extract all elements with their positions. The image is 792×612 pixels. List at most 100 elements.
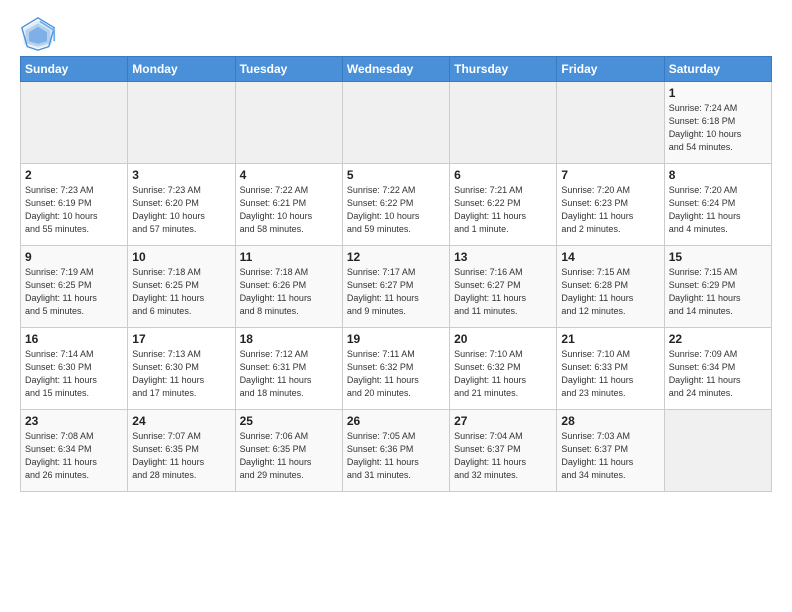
day-number: 21 [561, 332, 659, 346]
day-info: Sunrise: 7:13 AM Sunset: 6:30 PM Dayligh… [132, 348, 230, 400]
calendar-table: SundayMondayTuesdayWednesdayThursdayFrid… [20, 56, 772, 492]
day-info: Sunrise: 7:17 AM Sunset: 6:27 PM Dayligh… [347, 266, 445, 318]
calendar-cell: 25 Sunrise: 7:06 AM Sunset: 6:35 PM Dayli… [235, 410, 342, 492]
header-day-friday: Friday [557, 57, 664, 82]
day-number: 7 [561, 168, 659, 182]
calendar-body: 1 Sunrise: 7:24 AM Sunset: 6:18 PM Daylig… [21, 82, 772, 492]
calendar-cell: 8Sunrise: 7:20 AM Sunset: 6:24 PM Daylig… [664, 164, 771, 246]
day-number: 4 [240, 168, 338, 182]
day-number: 3 [132, 168, 230, 182]
day-number: 2 [25, 168, 123, 182]
calendar-cell [342, 82, 449, 164]
day-number: 13 [454, 250, 552, 264]
calendar-cell [450, 82, 557, 164]
week-row-5: 23 Sunrise: 7:08 AM Sunset: 6:34 PM Dayli… [21, 410, 772, 492]
header-day-saturday: Saturday [664, 57, 771, 82]
day-number: 8 [669, 168, 767, 182]
day-info: Sunrise: 7:18 AM Sunset: 6:25 PM Dayligh… [132, 266, 230, 318]
day-number: 26 [347, 414, 445, 428]
header-day-wednesday: Wednesday [342, 57, 449, 82]
day-number: 25 [240, 414, 338, 428]
calendar-cell: 16 Sunrise: 7:14 AM Sunset: 6:30 PM Dayli… [21, 328, 128, 410]
day-number: 23 [25, 414, 123, 428]
day-info: Sunrise: 7:24 AM Sunset: 6:18 PM Dayligh… [669, 102, 767, 154]
day-info: Sunrise: 7:20 AM Sunset: 6:23 PM Dayligh… [561, 184, 659, 236]
day-number: 9 [25, 250, 123, 264]
week-row-1: 1 Sunrise: 7:24 AM Sunset: 6:18 PM Daylig… [21, 82, 772, 164]
day-info: Sunrise: 7:16 AM Sunset: 6:27 PM Dayligh… [454, 266, 552, 318]
calendar-cell: 27 Sunrise: 7:04 AM Sunset: 6:37 PM Dayli… [450, 410, 557, 492]
calendar-cell: 21 Sunrise: 7:10 AM Sunset: 6:33 PM Dayli… [557, 328, 664, 410]
day-number: 28 [561, 414, 659, 428]
header-day-sunday: Sunday [21, 57, 128, 82]
day-info: Sunrise: 7:09 AM Sunset: 6:34 PM Dayligh… [669, 348, 767, 400]
calendar-cell: 11Sunrise: 7:18 AM Sunset: 6:26 PM Dayli… [235, 246, 342, 328]
header-day-monday: Monday [128, 57, 235, 82]
calendar-cell: 28 Sunrise: 7:03 AM Sunset: 6:37 PM Dayli… [557, 410, 664, 492]
day-number: 16 [25, 332, 123, 346]
calendar-cell [128, 82, 235, 164]
header-day-tuesday: Tuesday [235, 57, 342, 82]
calendar-cell [21, 82, 128, 164]
week-row-3: 9 Sunrise: 7:19 AM Sunset: 6:25 PM Daylig… [21, 246, 772, 328]
calendar-cell: 17 Sunrise: 7:13 AM Sunset: 6:30 PM Dayli… [128, 328, 235, 410]
day-info: Sunrise: 7:19 AM Sunset: 6:25 PM Dayligh… [25, 266, 123, 318]
logo [20, 16, 60, 52]
day-number: 27 [454, 414, 552, 428]
calendar-cell: 7 Sunrise: 7:20 AM Sunset: 6:23 PM Daylig… [557, 164, 664, 246]
calendar-cell: 9 Sunrise: 7:19 AM Sunset: 6:25 PM Daylig… [21, 246, 128, 328]
day-info: Sunrise: 7:15 AM Sunset: 6:29 PM Dayligh… [669, 266, 767, 318]
day-number: 12 [347, 250, 445, 264]
header-day-thursday: Thursday [450, 57, 557, 82]
day-number: 10 [132, 250, 230, 264]
calendar-cell: 1 Sunrise: 7:24 AM Sunset: 6:18 PM Daylig… [664, 82, 771, 164]
day-info: Sunrise: 7:21 AM Sunset: 6:22 PM Dayligh… [454, 184, 552, 236]
day-info: Sunrise: 7:05 AM Sunset: 6:36 PM Dayligh… [347, 430, 445, 482]
day-info: Sunrise: 7:22 AM Sunset: 6:21 PM Dayligh… [240, 184, 338, 236]
day-info: Sunrise: 7:11 AM Sunset: 6:32 PM Dayligh… [347, 348, 445, 400]
day-info: Sunrise: 7:14 AM Sunset: 6:30 PM Dayligh… [25, 348, 123, 400]
day-info: Sunrise: 7:23 AM Sunset: 6:19 PM Dayligh… [25, 184, 123, 236]
calendar-cell: 20 Sunrise: 7:10 AM Sunset: 6:32 PM Dayli… [450, 328, 557, 410]
calendar-page: SundayMondayTuesdayWednesdayThursdayFrid… [0, 0, 792, 502]
calendar-cell: 10 Sunrise: 7:18 AM Sunset: 6:25 PM Dayli… [128, 246, 235, 328]
calendar-cell: 15 Sunrise: 7:15 AM Sunset: 6:29 PM Dayli… [664, 246, 771, 328]
day-info: Sunrise: 7:22 AM Sunset: 6:22 PM Dayligh… [347, 184, 445, 236]
calendar-cell: 24 Sunrise: 7:07 AM Sunset: 6:35 PM Dayli… [128, 410, 235, 492]
day-number: 11 [240, 250, 338, 264]
day-number: 15 [669, 250, 767, 264]
calendar-cell [664, 410, 771, 492]
day-info: Sunrise: 7:08 AM Sunset: 6:34 PM Dayligh… [25, 430, 123, 482]
calendar-cell: 14Sunrise: 7:15 AM Sunset: 6:28 PM Dayli… [557, 246, 664, 328]
calendar-cell: 3Sunrise: 7:23 AM Sunset: 6:20 PM Daylig… [128, 164, 235, 246]
calendar-cell: 18 Sunrise: 7:12 AM Sunset: 6:31 PM Dayli… [235, 328, 342, 410]
week-row-4: 16 Sunrise: 7:14 AM Sunset: 6:30 PM Dayli… [21, 328, 772, 410]
calendar-cell: 22 Sunrise: 7:09 AM Sunset: 6:34 PM Dayli… [664, 328, 771, 410]
calendar-cell: 5 Sunrise: 7:22 AM Sunset: 6:22 PM Daylig… [342, 164, 449, 246]
day-number: 22 [669, 332, 767, 346]
day-number: 24 [132, 414, 230, 428]
calendar-cell: 26 Sunrise: 7:05 AM Sunset: 6:36 PM Dayli… [342, 410, 449, 492]
day-number: 19 [347, 332, 445, 346]
day-number: 5 [347, 168, 445, 182]
header [20, 16, 772, 52]
day-info: Sunrise: 7:04 AM Sunset: 6:37 PM Dayligh… [454, 430, 552, 482]
calendar-cell: 23 Sunrise: 7:08 AM Sunset: 6:34 PM Dayli… [21, 410, 128, 492]
header-row: SundayMondayTuesdayWednesdayThursdayFrid… [21, 57, 772, 82]
day-number: 20 [454, 332, 552, 346]
calendar-cell: 4 Sunrise: 7:22 AM Sunset: 6:21 PM Daylig… [235, 164, 342, 246]
calendar-cell: 2 Sunrise: 7:23 AM Sunset: 6:19 PM Daylig… [21, 164, 128, 246]
day-info: Sunrise: 7:03 AM Sunset: 6:37 PM Dayligh… [561, 430, 659, 482]
day-info: Sunrise: 7:10 AM Sunset: 6:32 PM Dayligh… [454, 348, 552, 400]
calendar-cell: 6Sunrise: 7:21 AM Sunset: 6:22 PM Daylig… [450, 164, 557, 246]
day-number: 17 [132, 332, 230, 346]
day-info: Sunrise: 7:06 AM Sunset: 6:35 PM Dayligh… [240, 430, 338, 482]
logo-icon [20, 16, 56, 52]
day-number: 18 [240, 332, 338, 346]
day-number: 1 [669, 86, 767, 100]
day-info: Sunrise: 7:10 AM Sunset: 6:33 PM Dayligh… [561, 348, 659, 400]
day-info: Sunrise: 7:07 AM Sunset: 6:35 PM Dayligh… [132, 430, 230, 482]
calendar-cell: 12 Sunrise: 7:17 AM Sunset: 6:27 PM Dayli… [342, 246, 449, 328]
day-info: Sunrise: 7:12 AM Sunset: 6:31 PM Dayligh… [240, 348, 338, 400]
day-number: 14 [561, 250, 659, 264]
